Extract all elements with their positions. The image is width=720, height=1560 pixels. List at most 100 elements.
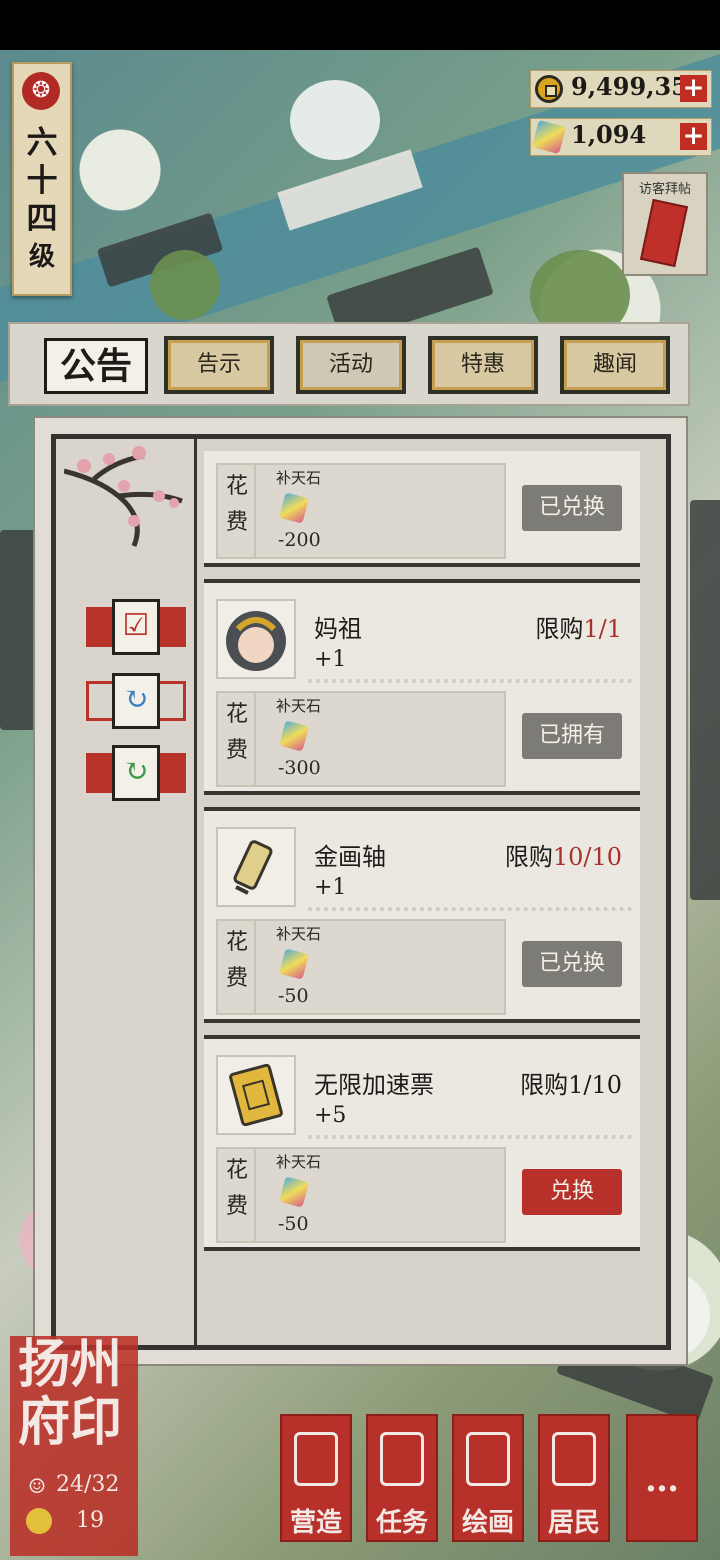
limit-value: 1/1 bbox=[583, 615, 622, 643]
face-icon bbox=[26, 1508, 52, 1534]
gem-icon bbox=[279, 492, 309, 524]
resident-count: 19 bbox=[76, 1508, 104, 1533]
divider bbox=[254, 465, 256, 557]
redeemed-button[interactable]: 已兑换 bbox=[522, 941, 622, 987]
nav-painting-button[interactable]: 绘画 bbox=[452, 1414, 524, 1542]
cost-char: 费 bbox=[225, 510, 248, 535]
item-quantity: +1 bbox=[314, 875, 347, 900]
nav-residents-button[interactable]: 居民 bbox=[538, 1414, 610, 1542]
shop-item: 妈祖 +1 限购1/1 花费 补天石 -300 已拥有 bbox=[204, 579, 640, 795]
tab-news[interactable]: 趣闻 bbox=[560, 336, 670, 394]
cost-char: 花 bbox=[225, 1158, 248, 1183]
purchase-limit: 限购10/10 bbox=[505, 837, 622, 872]
mazu-portrait-icon bbox=[216, 599, 296, 679]
checklist-button[interactable]: ☑ bbox=[86, 599, 186, 655]
level-char: 四 bbox=[26, 201, 58, 237]
item-name: 金画轴 bbox=[314, 843, 386, 871]
sidebar: ☑ ↻ ↻ bbox=[56, 439, 197, 1345]
pavilion-icon bbox=[294, 1432, 338, 1486]
redeemed-button[interactable]: 已兑换 bbox=[522, 485, 622, 531]
announcement-header: 公告 告示 活动 特惠 趣闻 bbox=[8, 322, 690, 406]
add-coins-button[interactable]: + bbox=[680, 75, 707, 102]
divider bbox=[254, 693, 256, 785]
cost-char: 花 bbox=[225, 474, 248, 499]
nav-build-button[interactable]: 营造 bbox=[280, 1414, 352, 1542]
exchange-button-outline[interactable]: ↻ bbox=[86, 673, 186, 729]
resource-name: 补天石 bbox=[276, 1153, 322, 1171]
refresh-icon: ↻ bbox=[112, 673, 160, 729]
nav-label: 居民 bbox=[547, 1508, 600, 1538]
visitor-card-button[interactable]: 访客拜帖 bbox=[622, 172, 708, 276]
nav-tasks-button[interactable]: 任务 bbox=[366, 1414, 438, 1542]
cost-char: 费 bbox=[225, 966, 248, 991]
resource-name: 补天石 bbox=[276, 925, 322, 943]
divider bbox=[254, 921, 256, 1013]
cost-char: 费 bbox=[225, 738, 248, 763]
limit-value: 10/10 bbox=[552, 843, 622, 871]
cost-label: 花费 bbox=[222, 697, 252, 769]
invitation-card-icon bbox=[639, 198, 689, 268]
cost-box: 花费 补天石 -50 bbox=[216, 1147, 506, 1243]
cost-label: 花费 bbox=[222, 469, 252, 541]
purchase-limit: 限购1/1 bbox=[535, 609, 622, 644]
population-count: 24/32 bbox=[56, 1472, 120, 1497]
cost-amount: -200 bbox=[278, 529, 321, 551]
cost-amount: -300 bbox=[278, 757, 321, 779]
tab-notice[interactable]: 告示 bbox=[164, 336, 274, 394]
purchase-limit: 限购1/10 bbox=[520, 1065, 622, 1100]
resource-name: 补天石 bbox=[276, 697, 322, 715]
refresh-icon: ↻ bbox=[112, 745, 160, 801]
city-seal[interactable]: 扬州 府印 24/32 19 ☺ bbox=[10, 1336, 138, 1556]
level-char: 六 bbox=[26, 125, 58, 161]
cost-char: 花 bbox=[225, 930, 248, 955]
add-gems-button[interactable]: + bbox=[680, 123, 707, 150]
item-quantity: +5 bbox=[314, 1103, 347, 1128]
status-bar bbox=[0, 0, 720, 50]
redeem-button[interactable]: 兑换 bbox=[522, 1169, 622, 1215]
nav-label: 绘画 bbox=[461, 1508, 514, 1538]
content-frame: ☑ ↻ ↻ 花费 补天石 -200 已兑换 妈祖 +1 限购1/1 花 费 补天… bbox=[51, 434, 671, 1350]
content-panel: ☑ ↻ ↻ 花费 补天石 -200 已兑换 妈祖 +1 限购1/1 花 费 补天… bbox=[33, 416, 688, 1366]
tree bbox=[150, 250, 220, 320]
nav-label: 任务 bbox=[375, 1508, 428, 1538]
resource-name: 补天石 bbox=[276, 469, 322, 487]
tab-specials[interactable]: 特惠 bbox=[428, 336, 538, 394]
checklist-icon: ☑ bbox=[112, 599, 160, 655]
level-char: 十 bbox=[26, 163, 58, 199]
scroll-icon bbox=[466, 1432, 510, 1486]
resident-icon bbox=[552, 1432, 596, 1486]
shop-item: 花费 补天石 -200 已兑换 bbox=[204, 451, 640, 567]
limit-label: 限购 bbox=[520, 1071, 569, 1099]
seal-title-line2: 府印 bbox=[18, 1392, 123, 1453]
level-label: 六 十 四 级 bbox=[24, 124, 60, 276]
gem-icon bbox=[531, 119, 567, 155]
cost-box: 花费 补天石 -200 bbox=[216, 463, 506, 559]
tab-events[interactable]: 活动 bbox=[296, 336, 406, 394]
speed-ticket-icon bbox=[216, 1055, 296, 1135]
tree bbox=[290, 80, 380, 160]
player-level-badge[interactable]: ❂ 六 十 四 级 bbox=[12, 62, 72, 296]
cost-box: 花费 补天石 -50 bbox=[216, 919, 506, 1015]
item-name: 无限加速票 bbox=[314, 1071, 434, 1099]
owned-button[interactable]: 已拥有 bbox=[522, 713, 622, 759]
nav-more-button[interactable]: … bbox=[626, 1414, 698, 1542]
cost-amount: -50 bbox=[278, 985, 309, 1007]
item-name: 妈祖 bbox=[314, 615, 362, 643]
cost-char: 费 bbox=[225, 1194, 248, 1219]
coin-counter: 9,499,357 + bbox=[530, 70, 712, 108]
cost-amount: -50 bbox=[278, 1213, 309, 1235]
cost-char: 花 bbox=[225, 702, 248, 727]
scroll-icon bbox=[216, 827, 296, 907]
exchange-button[interactable]: ↻ bbox=[86, 745, 186, 801]
roof bbox=[690, 500, 720, 900]
shop-list: 花费 补天石 -200 已兑换 妈祖 +1 限购1/1 花 费 补天石 -300… bbox=[204, 451, 644, 1271]
dotted-divider bbox=[308, 1135, 632, 1139]
dotted-divider bbox=[308, 907, 632, 911]
divider bbox=[254, 1149, 256, 1241]
gem-icon bbox=[279, 1176, 309, 1208]
plum-blossom-icon bbox=[64, 446, 183, 547]
item-quantity: +1 bbox=[314, 647, 347, 672]
limit-value: 1/10 bbox=[568, 1071, 622, 1099]
nav-label: 营造 bbox=[289, 1508, 342, 1538]
gem-value: 1,094 bbox=[571, 120, 647, 149]
